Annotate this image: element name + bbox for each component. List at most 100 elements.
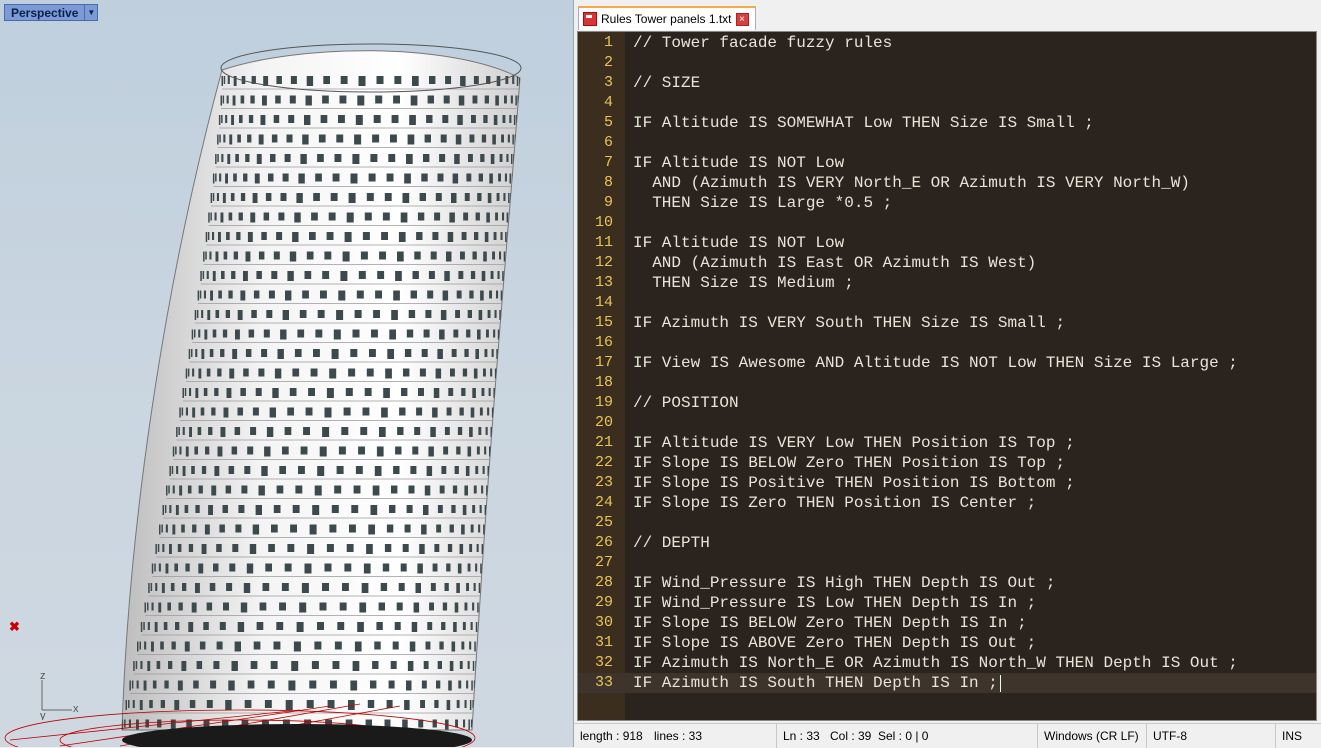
code-editor[interactable]: 1// Tower facade fuzzy rules 2 3// SIZE 4 5 I… <box>577 31 1317 721</box>
line-number: 8 <box>603 174 613 191</box>
code-line[interactable]: 8 AND (Azimuth IS VERY North_E OR Azimut… <box>578 173 1316 193</box>
line-number: 18 <box>594 374 613 391</box>
line-number: 9 <box>603 194 613 211</box>
perspective-viewport[interactable]: Perspective ▼ ✖ z x y <box>0 0 574 747</box>
code-text[interactable]: IF Slope IS Positive THEN Position IS Bo… <box>633 473 1075 493</box>
status-sel: Sel : 0 | 0 <box>878 729 929 743</box>
line-number: 21 <box>594 434 613 451</box>
code-text[interactable]: // Tower facade fuzzy rules <box>633 33 892 53</box>
code-line[interactable]: 12 AND (Azimuth IS East OR Azimuth IS We… <box>578 253 1316 273</box>
line-number: 3 <box>603 74 613 91</box>
line-number: 25 <box>594 514 613 531</box>
code-line[interactable]: 25 <box>578 513 1316 533</box>
line-number: 2 <box>603 54 613 71</box>
code-line[interactable]: 10 <box>578 213 1316 233</box>
close-icon[interactable]: × <box>735 12 749 26</box>
line-number: 32 <box>594 654 613 671</box>
axis-z-label: z <box>40 670 46 682</box>
code-text[interactable]: IF Wind_Pressure IS High THEN Depth IS O… <box>633 573 1055 593</box>
code-line[interactable]: 3 // SIZE <box>578 73 1316 93</box>
code-line[interactable]: 18 <box>578 373 1316 393</box>
status-bar: length : 918 lines : 33 Ln : 33 Col : 39… <box>574 723 1321 748</box>
code-text[interactable]: IF Altitude IS VERY Low THEN Position IS… <box>633 433 1075 453</box>
code-line[interactable]: 24 IF Slope IS Zero THEN Position IS Cent… <box>578 493 1316 513</box>
code-text[interactable]: IF Azimuth IS North_E OR Azimuth IS Nort… <box>633 653 1238 673</box>
code-line[interactable]: 23 IF Slope IS Positive THEN Position IS … <box>578 473 1316 493</box>
code-text[interactable]: // SIZE <box>633 73 700 93</box>
text-editor-window: Rules Tower panels 1.txt × 1 // Tower fac… <box>574 0 1321 748</box>
code-text[interactable]: IF Altitude IS SOMEWHAT Low THEN Size IS… <box>633 113 1094 133</box>
code-line[interactable]: 4 <box>578 93 1316 113</box>
code-line[interactable]: 14 <box>578 293 1316 313</box>
line-number: 20 <box>594 414 613 431</box>
code-text[interactable]: // DEPTH <box>633 533 710 553</box>
code-line[interactable]: 20 <box>578 413 1316 433</box>
line-number: 22 <box>594 454 613 471</box>
code-text[interactable]: AND (Azimuth IS VERY North_E OR Azimuth … <box>633 173 1190 193</box>
code-text[interactable]: // POSITION <box>633 393 739 413</box>
code-text[interactable]: IF Slope IS ABOVE Zero THEN Depth IS Out… <box>633 633 1036 653</box>
line-number: 23 <box>594 474 613 491</box>
line-number: 17 <box>594 354 613 371</box>
code-line[interactable]: 17 IF View IS Awesome AND Altitude IS NOT… <box>578 353 1316 373</box>
line-number: 11 <box>594 234 613 251</box>
code-line[interactable]: 7 IF Altitude IS NOT Low <box>578 153 1316 173</box>
code-line[interactable]: 32 IF Azimuth IS North_E OR Azimuth IS No… <box>578 653 1316 673</box>
line-number: 26 <box>594 534 613 551</box>
code-text[interactable]: THEN Size IS Medium ; <box>633 273 854 293</box>
code-line[interactable]: 26 // DEPTH <box>578 533 1316 553</box>
line-number: 10 <box>594 214 613 231</box>
code-line[interactable]: 19 // POSITION <box>578 393 1316 413</box>
code-line[interactable]: 5 IF Altitude IS SOMEWHAT Low THEN Size I… <box>578 113 1316 133</box>
code-line[interactable]: 22 IF Slope IS BELOW Zero THEN Position I… <box>578 453 1316 473</box>
status-insert-mode[interactable]: INS <box>1275 724 1308 748</box>
axis-y-label: y <box>40 710 46 720</box>
code-text[interactable]: IF Slope IS BELOW Zero THEN Depth IS In … <box>633 613 1027 633</box>
code-line[interactable]: 1 // Tower facade fuzzy rules <box>578 33 1316 53</box>
code-line[interactable]: 28 IF Wind_Pressure IS High THEN Depth IS… <box>578 573 1316 593</box>
dropdown-triangle-icon[interactable]: ▼ <box>85 4 99 21</box>
line-number: 12 <box>594 254 613 271</box>
code-line[interactable]: 2 <box>578 53 1316 73</box>
code-text[interactable]: IF Slope IS BELOW Zero THEN Position IS … <box>633 453 1065 473</box>
code-text[interactable]: IF Altitude IS NOT Low <box>633 233 844 253</box>
code-line[interactable]: 30 IF Slope IS BELOW Zero THEN Depth IS I… <box>578 613 1316 633</box>
line-number: 1 <box>603 34 613 51</box>
code-line[interactable]: 11 IF Altitude IS NOT Low <box>578 233 1316 253</box>
code-line[interactable]: 13 THEN Size IS Medium ; <box>578 273 1316 293</box>
status-lines: lines : 33 <box>654 729 703 743</box>
code-line[interactable]: 16 <box>578 333 1316 353</box>
status-eol[interactable]: Windows (CR LF) <box>1037 724 1145 748</box>
axis-widget: z x y <box>40 670 79 720</box>
status-ln: Ln : 33 <box>776 724 826 748</box>
code-text[interactable]: IF View IS Awesome AND Altitude IS NOT L… <box>633 353 1238 373</box>
origin-marker-icon: ✖ <box>9 619 20 634</box>
line-number: 24 <box>594 494 613 511</box>
code-text[interactable]: IF Azimuth IS South THEN Depth IS In ; <box>633 673 998 693</box>
code-line[interactable]: 21 IF Altitude IS VERY Low THEN Position … <box>578 433 1316 453</box>
code-line[interactable]: 29 IF Wind_Pressure IS Low THEN Depth IS … <box>578 593 1316 613</box>
code-line[interactable]: 6 <box>578 133 1316 153</box>
code-line[interactable]: 27 <box>578 553 1316 573</box>
code-line[interactable]: 31 IF Slope IS ABOVE Zero THEN Depth IS O… <box>578 633 1316 653</box>
code-text[interactable]: THEN Size IS Large *0.5 ; <box>633 193 892 213</box>
tab-bar: Rules Tower panels 1.txt × <box>574 0 1321 30</box>
file-tab-title[interactable]: Rules Tower panels 1.txt <box>601 12 732 26</box>
status-encoding[interactable]: UTF-8 <box>1146 724 1193 748</box>
viewport-label[interactable]: Perspective ▼ <box>4 4 99 21</box>
code-line[interactable]: 33 IF Azimuth IS South THEN Depth IS In ; <box>578 673 1316 693</box>
viewport-name[interactable]: Perspective <box>4 4 86 21</box>
line-number: 27 <box>594 554 613 571</box>
code-text[interactable]: IF Azimuth IS VERY South THEN Size IS Sm… <box>633 313 1065 333</box>
line-number: 19 <box>594 394 613 411</box>
code-line[interactable]: 15 IF Azimuth IS VERY South THEN Size IS … <box>578 313 1316 333</box>
code-text[interactable]: IF Wind_Pressure IS Low THEN Depth IS In… <box>633 593 1036 613</box>
code-text[interactable]: AND (Azimuth IS East OR Azimuth IS West) <box>633 253 1036 273</box>
file-tab[interactable]: Rules Tower panels 1.txt × <box>578 6 756 30</box>
code-text[interactable]: IF Slope IS Zero THEN Position IS Center… <box>633 493 1036 513</box>
code-lines[interactable]: 1// Tower facade fuzzy rules 2 3// SIZE 4 5 I… <box>578 33 1316 693</box>
status-length: length : 918 <box>580 729 643 743</box>
code-text[interactable]: IF Altitude IS NOT Low <box>633 153 844 173</box>
code-line[interactable]: 9 THEN Size IS Large *0.5 ; <box>578 193 1316 213</box>
status-col: Col : 39 <box>830 729 872 743</box>
